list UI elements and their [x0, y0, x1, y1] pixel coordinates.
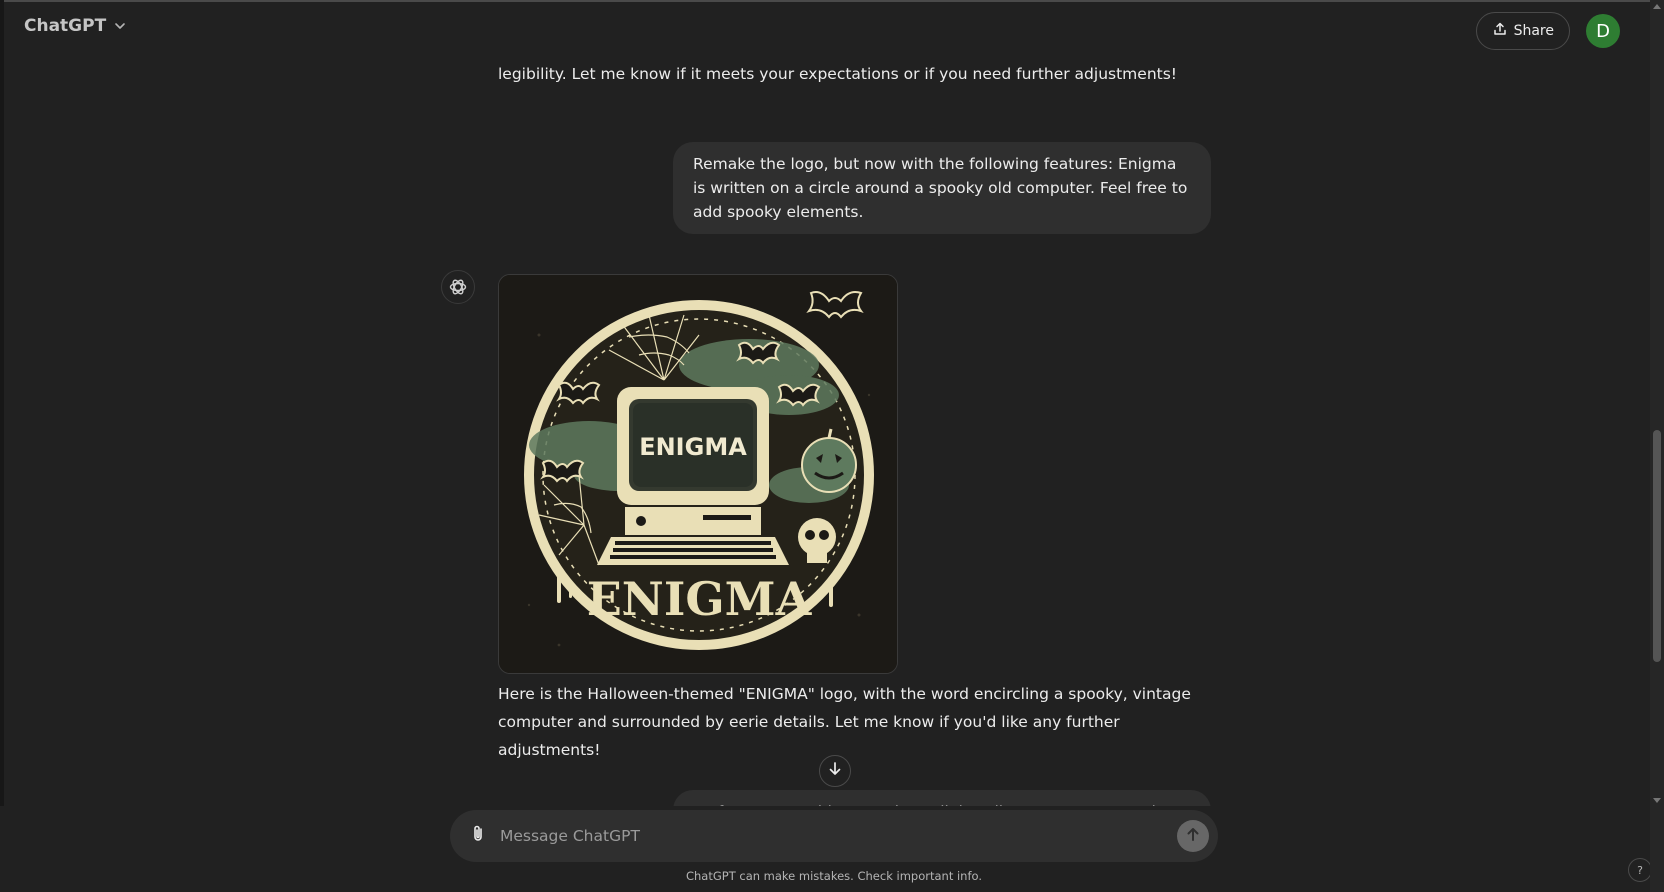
header: ChatGPT Share D [4, 2, 1650, 58]
share-button[interactable]: Share [1475, 12, 1570, 50]
scroll-to-bottom-button[interactable] [819, 755, 851, 787]
message-composer [450, 810, 1218, 862]
upload-icon [1493, 22, 1507, 40]
conversation: legibility. Let me know if it meets your… [0, 58, 1650, 808]
arrow-down-icon [827, 761, 843, 781]
help-button[interactable]: ? [1628, 858, 1652, 882]
paperclip-icon [469, 824, 487, 848]
send-button[interactable] [1177, 820, 1209, 852]
assistant-message-text: legibility. Let me know if it meets your… [498, 65, 1178, 83]
attach-button[interactable] [466, 824, 490, 848]
scroll-down-arrow[interactable] [1653, 798, 1661, 803]
model-name: ChatGPT [24, 16, 107, 36]
scrollbar-thumb[interactable] [1653, 430, 1661, 662]
arrow-up-icon [1185, 826, 1201, 846]
user-avatar[interactable]: D [1586, 14, 1620, 48]
generated-image[interactable]: ENIGMA ENIGMA [498, 274, 898, 674]
openai-logo-icon [441, 270, 475, 304]
message-input[interactable] [500, 822, 1120, 850]
logo-ring-text: ENIGMA [587, 572, 813, 626]
disclaimer: ChatGPT can make mistakes. Check importa… [685, 869, 983, 883]
scrollbar[interactable] [1650, 0, 1664, 892]
computer-screen-text: ENIGMA [639, 433, 747, 461]
model-switcher[interactable]: ChatGPT [24, 16, 126, 36]
scroll-up-arrow[interactable] [1653, 4, 1661, 9]
chevron-down-icon [114, 17, 126, 36]
share-label: Share [1513, 23, 1554, 39]
user-message: Remake the logo, but now with the follow… [673, 142, 1211, 234]
assistant-message-text: Here is the Halloween-themed "ENIGMA" lo… [498, 685, 1191, 759]
